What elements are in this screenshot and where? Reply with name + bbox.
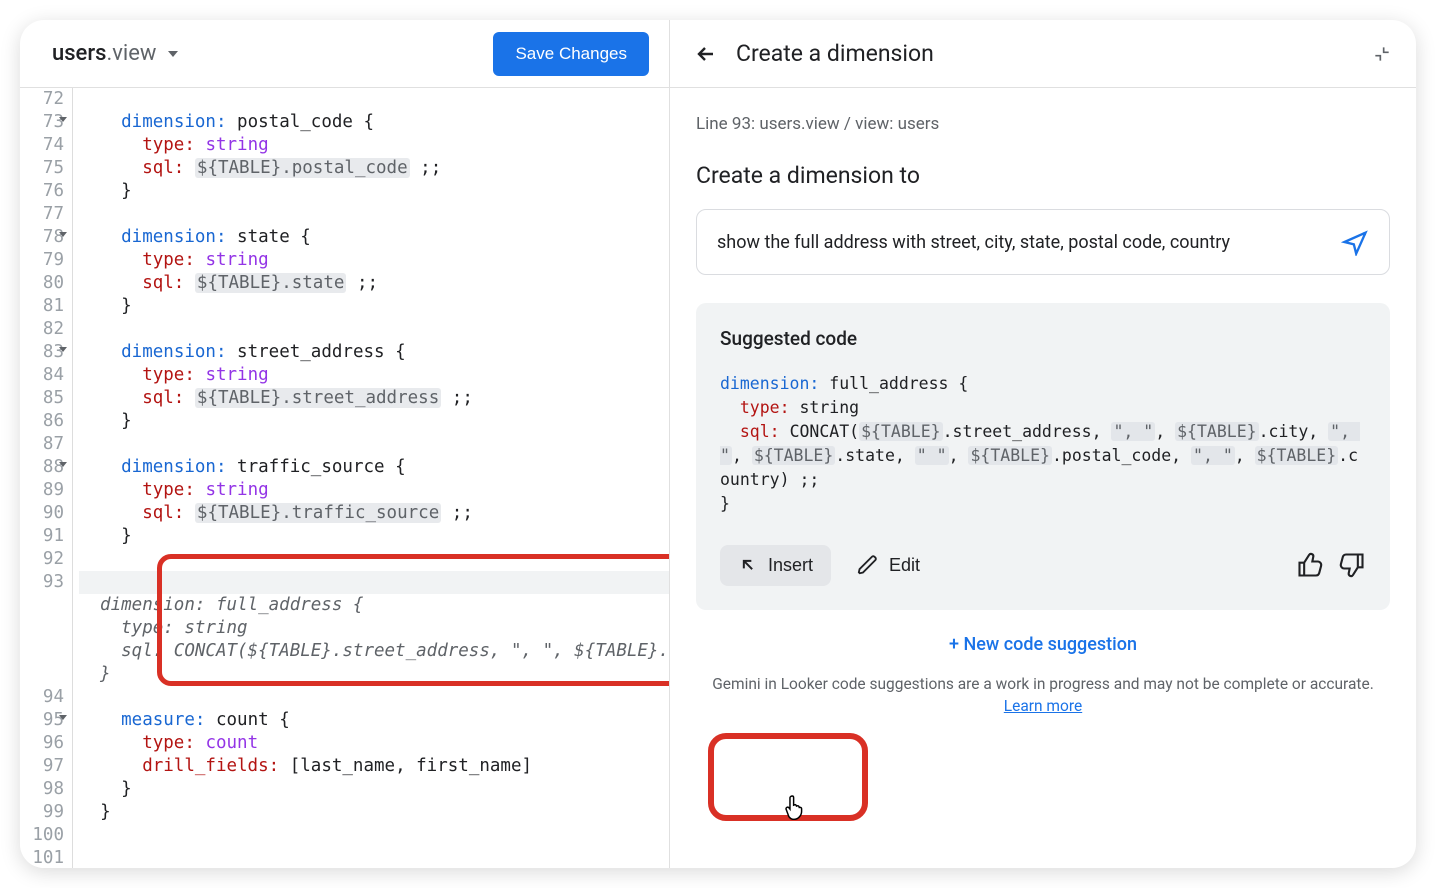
prompt-input-box[interactable]: show the full address with street, city,…: [696, 209, 1390, 275]
editor-pane: users.view Save Changes 7273747576777879…: [20, 20, 670, 868]
new-code-suggestion: + New code suggestion: [696, 634, 1390, 655]
collapse-icon[interactable]: [1372, 41, 1392, 66]
edit-label: Edit: [889, 555, 920, 576]
chevron-down-icon: [168, 51, 178, 57]
suggestion-actions: Insert Edit: [720, 544, 1366, 586]
learn-more-link[interactable]: Learn more: [1004, 697, 1082, 715]
file-dropdown[interactable]: users.view: [52, 41, 178, 66]
pencil-icon: [857, 554, 879, 576]
insert-label: Insert: [768, 555, 813, 576]
panel-body: Line 93: users.view / view: users Create…: [670, 88, 1416, 868]
disclaimer-text: Gemini in Looker code suggestions are a …: [696, 673, 1390, 737]
suggested-code-card: Suggested code dimension: full_address {…: [696, 303, 1390, 610]
assistant-panel: Create a dimension Line 93: users.view /…: [670, 20, 1416, 868]
file-ext: .view: [106, 41, 156, 66]
new-code-suggestion-link[interactable]: + New code suggestion: [949, 634, 1137, 655]
panel-header: Create a dimension: [670, 20, 1416, 88]
highlight-box-insert: [708, 733, 868, 821]
file-name: users: [52, 41, 106, 66]
suggested-code-block: dimension: full_address { type: string s…: [720, 372, 1366, 516]
prompt-heading: Create a dimension to: [696, 162, 1390, 189]
save-changes-button[interactable]: Save Changes: [493, 32, 649, 76]
prompt-text: show the full address with street, city,…: [717, 232, 1329, 253]
insert-button[interactable]: Insert: [720, 545, 831, 586]
insert-arrow-icon: [738, 555, 758, 575]
line-number-gutter: 7273747576777879808182838485868788899091…: [20, 88, 73, 868]
editor-header: users.view Save Changes: [20, 20, 669, 88]
suggested-code-title: Suggested code: [720, 327, 1366, 350]
thumbs-up-icon[interactable]: [1296, 551, 1324, 579]
code-editor[interactable]: 7273747576777879808182838485868788899091…: [20, 88, 669, 868]
edit-button[interactable]: Edit: [845, 544, 932, 586]
thumbs-down-icon[interactable]: [1338, 551, 1366, 579]
code-content[interactable]: dimension: postal_code { type: string sq…: [73, 88, 669, 868]
panel-title: Create a dimension: [736, 40, 1354, 67]
context-breadcrumb: Line 93: users.view / view: users: [696, 114, 1390, 134]
send-icon[interactable]: [1341, 228, 1369, 256]
cursor-pointer-icon: [784, 793, 806, 820]
back-arrow-icon[interactable]: [694, 41, 718, 66]
